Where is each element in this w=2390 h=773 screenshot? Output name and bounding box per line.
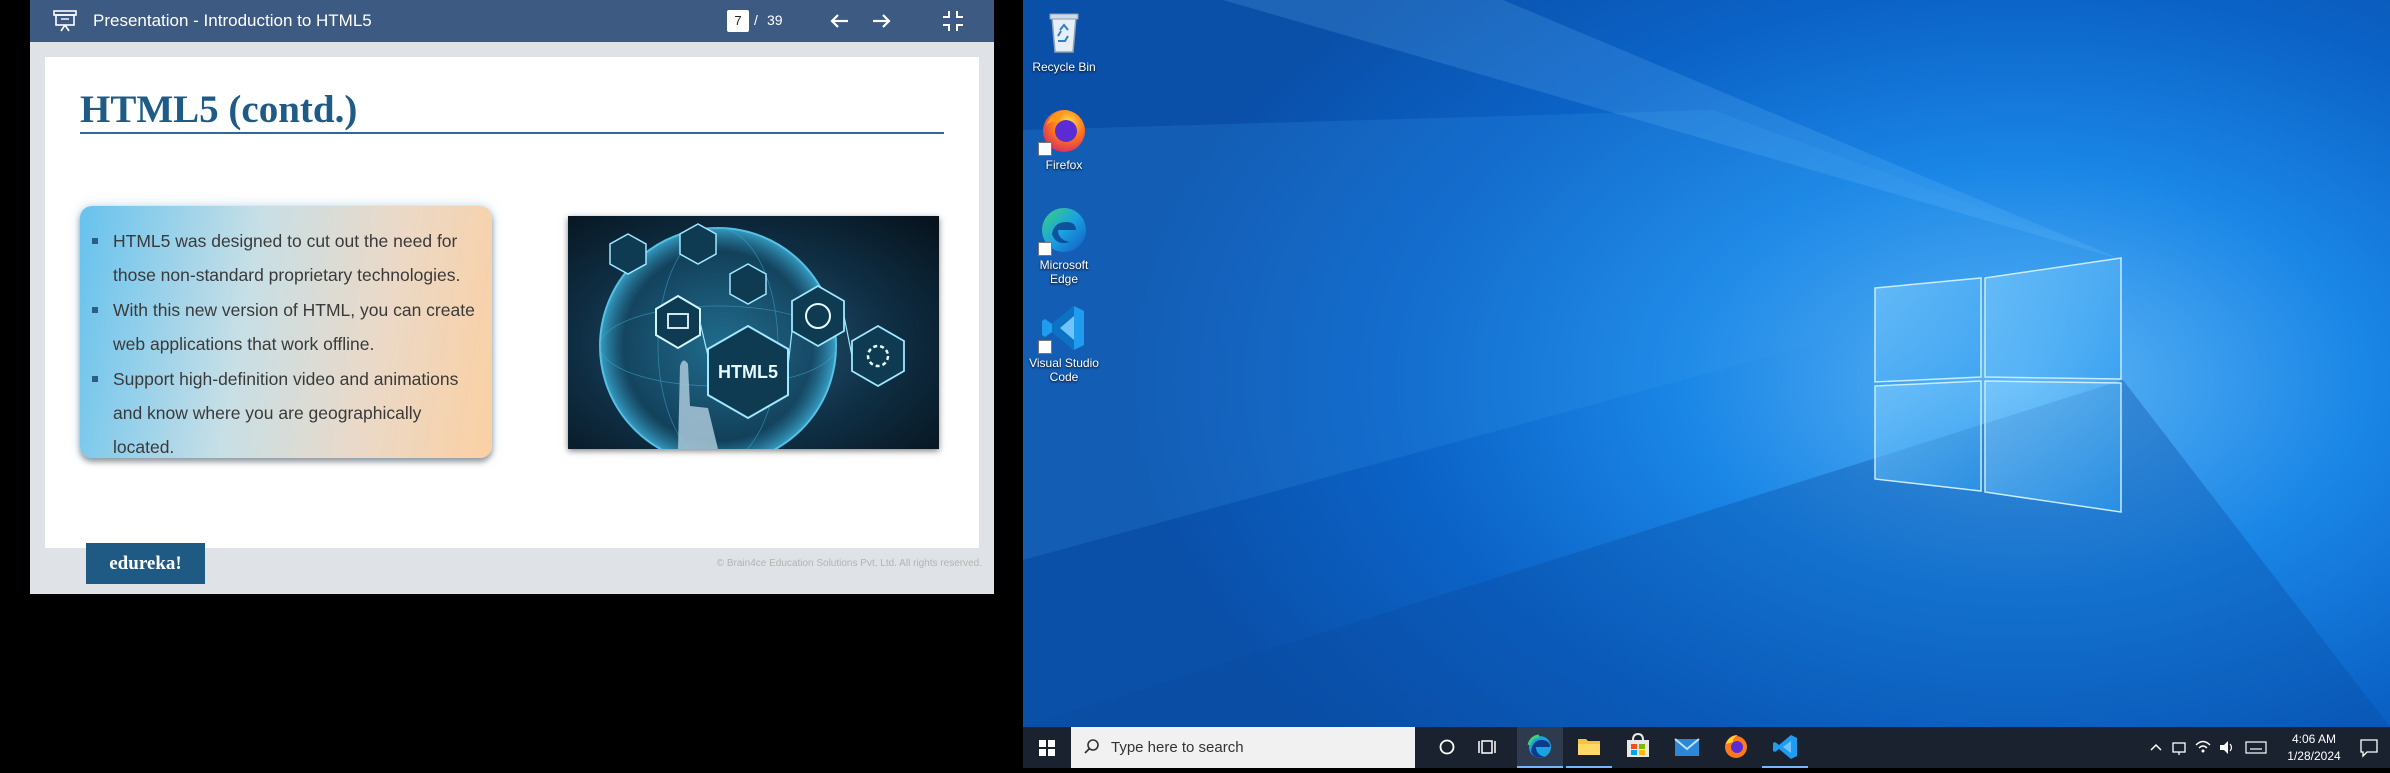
task-view-icon[interactable]: [1471, 727, 1503, 768]
page-number-input[interactable]: 7: [727, 10, 749, 32]
volume-icon[interactable]: [2217, 727, 2237, 768]
taskbar-search-box[interactable]: Type here to search: [1071, 727, 1415, 768]
file-explorer-icon[interactable]: [1566, 727, 1612, 768]
desktop-icon-label: Recycle Bin: [1032, 60, 1096, 74]
firefox-icon[interactable]: [1713, 727, 1759, 768]
vscode-icon: [1038, 302, 1090, 354]
presentation-title: Presentation - Introduction to HTML5: [93, 11, 372, 30]
notification-icon[interactable]: [2355, 727, 2383, 768]
edge-icon[interactable]: [1517, 727, 1563, 768]
keyboard-icon[interactable]: [2243, 727, 2269, 768]
arrow-right-icon[interactable]: [868, 8, 894, 34]
edge-icon: [1038, 204, 1090, 256]
desktop-icon-recycle-bin[interactable]: Recycle Bin: [1027, 6, 1101, 74]
store-icon[interactable]: [1615, 727, 1661, 768]
bullet-item: HTML5 was designed to cut out the need f…: [92, 224, 478, 292]
wifi-icon[interactable]: [2193, 727, 2213, 768]
bullet-textbox: HTML5 was designed to cut out the need f…: [80, 206, 492, 458]
slide-title: HTML5 (contd.): [80, 88, 358, 131]
desktop-icon-label: Firefox: [1045, 158, 1083, 172]
page-separator: /: [754, 12, 758, 28]
edureka-logo: edureka!: [86, 543, 205, 584]
recycle-bin-icon: [1038, 6, 1090, 58]
viewer-toolbar: Presentation - Introduction to HTML5 7 /…: [30, 0, 994, 42]
presentation-viewer: Presentation - Introduction to HTML5 7 /…: [30, 0, 994, 594]
image-html5-text: HTML5: [718, 362, 778, 382]
windows-wallpaper: [1023, 0, 2390, 727]
slide: HTML5 (contd.) HTML5 was designed to cut…: [45, 57, 979, 548]
title-underline: [80, 132, 944, 134]
desktop-icon-label: Visual Studio Code: [1029, 356, 1099, 384]
desktop-icon-label: Microsoft Edge: [1039, 258, 1089, 286]
bullet-list: HTML5 was designed to cut out the need f…: [80, 206, 492, 464]
html5-globe-image: HTML5: [568, 216, 939, 449]
page-total: 39: [767, 12, 783, 28]
network-icon[interactable]: [2169, 727, 2189, 768]
bullet-item: Support high-definition video and animat…: [92, 362, 478, 464]
start-button[interactable]: [1031, 727, 1063, 768]
copyright-text: © Brain4ce Education Solutions Pvt. Ltd.…: [716, 558, 982, 569]
bullet-item: With this new version of HTML, you can c…: [92, 293, 478, 361]
clock-date[interactable]: 1/28/2024: [2281, 749, 2347, 763]
search-icon: [1083, 738, 1101, 761]
windows-desktop: Recycle Bin Firefox Microsoft Edge Visua…: [1023, 0, 2390, 727]
desktop-icon-vscode[interactable]: Visual Studio Code: [1027, 302, 1101, 384]
arrow-left-icon[interactable]: [827, 8, 853, 34]
cortana-icon[interactable]: [1431, 727, 1463, 768]
firefox-icon: [1038, 104, 1090, 156]
search-placeholder: Type here to search: [1111, 739, 1244, 756]
presentation-icon: [52, 8, 78, 34]
chevron-up-icon[interactable]: [2147, 727, 2165, 768]
taskbar: Type here to search 4:06 AM 1/28/2024: [1023, 727, 2390, 768]
desktop-icon-edge[interactable]: Microsoft Edge: [1027, 204, 1101, 286]
desktop-icon-firefox[interactable]: Firefox: [1027, 104, 1101, 172]
clock-time[interactable]: 4:06 AM: [2281, 732, 2347, 746]
vscode-icon[interactable]: [1762, 727, 1808, 768]
mail-icon[interactable]: [1664, 727, 1710, 768]
exit-fullscreen-icon[interactable]: [940, 8, 966, 34]
